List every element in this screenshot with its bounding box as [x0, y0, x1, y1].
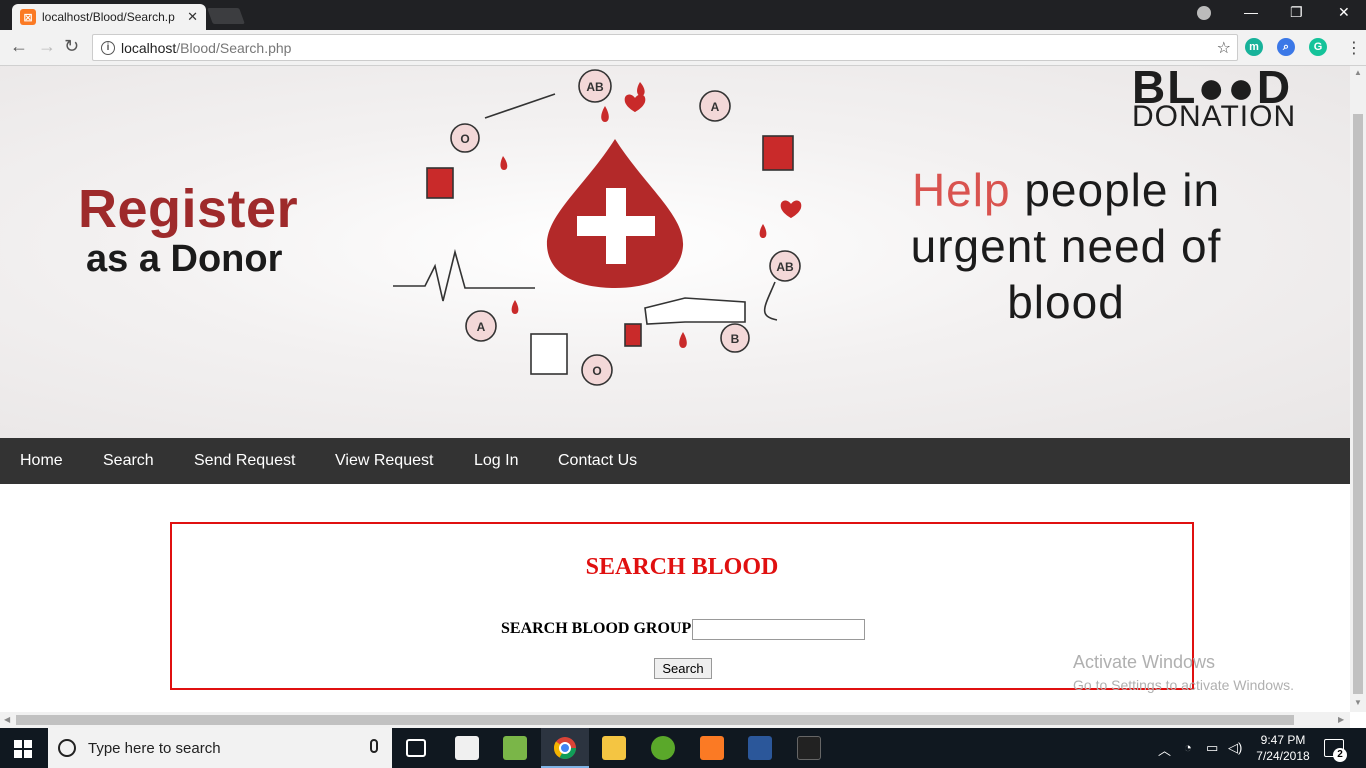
browser-menu-icon[interactable]: ⋮	[1346, 38, 1362, 58]
banner-register-text: Register	[78, 179, 299, 239]
sticky-chart-app-icon[interactable]	[503, 736, 527, 760]
reload-icon[interactable]: ↻	[64, 36, 79, 57]
browser-titlebar: ⊠ localhost/Blood/Search.p ✕ — ❐ ✕	[0, 0, 1366, 30]
stethoscope-icon	[763, 281, 778, 321]
tagline-line3: blood	[1007, 276, 1125, 328]
nav-log-in[interactable]: Log In	[474, 452, 518, 470]
horizontal-scroll-thumb[interactable]	[16, 715, 1294, 725]
profile-icon[interactable]	[1197, 6, 1211, 20]
blood-bag2-icon	[762, 135, 794, 171]
bookmark-star-icon[interactable]: ☆	[1217, 38, 1231, 58]
art-label-ab: AB	[586, 80, 604, 94]
grammarly-icon[interactable]: G	[1309, 38, 1327, 56]
microphone-icon[interactable]	[370, 739, 378, 753]
scroll-up-icon[interactable]: ▲	[1354, 68, 1362, 77]
logo-donation-text: DONATION	[1132, 100, 1297, 133]
windows-taskbar: Type here to search ︿ ◔ ▭ ◁) 9:47 PM 7/2…	[0, 728, 1366, 768]
address-bar[interactable]: i localhost/Blood/Search.php ☆	[92, 34, 1238, 61]
clock-date: 7/24/2018	[1256, 749, 1310, 763]
taskbar-search-placeholder: Type here to search	[88, 739, 221, 757]
clock-time: 9:47 PM	[1260, 733, 1306, 747]
scroll-right-icon[interactable]: ▶	[1338, 715, 1344, 724]
art-label-ab2: AB	[776, 260, 794, 274]
xampp-icon: ⊠	[20, 9, 36, 25]
scroll-left-icon[interactable]: ◀	[4, 715, 10, 724]
maximize-icon[interactable]: ❐	[1290, 4, 1303, 21]
blood-group-label: SEARCH BLOOD GROUP	[501, 620, 692, 637]
mysql-icon[interactable]	[797, 736, 821, 760]
hero-banner: Register as a Donor AB A O AB A O B BL●●…	[0, 66, 1350, 438]
xampp-taskbar-icon[interactable]	[700, 736, 724, 760]
browser-tab[interactable]: ⊠ localhost/Blood/Search.p ✕	[12, 4, 206, 30]
blood-group-input[interactable]	[692, 619, 865, 640]
tagline-line2: urgent need of	[910, 220, 1222, 272]
search-button[interactable]: Search	[654, 658, 712, 679]
utorrent-icon[interactable]	[651, 736, 675, 760]
taskbar-search-box[interactable]: Type here to search	[48, 728, 392, 768]
art-label-o: O	[460, 132, 469, 146]
blood-bag-icon	[426, 167, 454, 199]
tab-title: localhost/Blood/Search.p	[42, 10, 175, 24]
art-label-o2: O	[592, 364, 601, 378]
scroll-down-icon[interactable]: ▼	[1354, 698, 1362, 707]
search-blood-panel: SEARCH BLOOD SEARCH BLOOD GROUP Search	[170, 522, 1194, 690]
main-navbar: Home Search Send Request View Request Lo…	[0, 438, 1350, 484]
tagline-line1-rest: people in	[1024, 164, 1221, 216]
close-icon[interactable]: ✕	[187, 9, 198, 25]
watermark-line1: Activate Windows	[1073, 652, 1216, 672]
info-icon[interactable]: i	[101, 40, 115, 55]
task-view-icon[interactable]	[406, 739, 426, 757]
syringe-icon	[484, 93, 556, 119]
search-blood-title: SEARCH BLOOD	[585, 554, 779, 580]
chrome-icon[interactable]	[553, 736, 577, 760]
watermark-line2: Go to Settings to activate Windows.	[1073, 677, 1294, 693]
battery-icon[interactable]: ▭	[1206, 740, 1218, 756]
volume-icon[interactable]: ◁)	[1228, 740, 1242, 756]
blood-bag3-icon	[624, 323, 642, 347]
page-viewport: Register as a Donor AB A O AB A O B BL●●…	[0, 66, 1350, 712]
file-explorer-icon[interactable]	[602, 736, 626, 760]
banner-donor-text: as a Donor	[86, 238, 283, 280]
store-icon[interactable]	[455, 736, 479, 760]
minimize-icon[interactable]: —	[1244, 4, 1258, 20]
forward-arrow-icon[interactable]: →	[38, 36, 56, 57]
extension-m-icon[interactable]: m	[1245, 38, 1263, 56]
arm-icon	[644, 297, 746, 325]
nav-contact-us[interactable]: Contact Us	[558, 452, 637, 470]
blood-donation-illustration: AB A O AB A O B	[393, 69, 802, 386]
nav-view-request[interactable]: View Request	[335, 452, 433, 470]
taskbar-clock[interactable]: 9:47 PM 7/24/2018	[1248, 732, 1318, 764]
tagline-help-word: Help	[911, 164, 1011, 216]
browser-toolbar: ← → ↻ i localhost/Blood/Search.php ☆ m ⌕…	[0, 30, 1366, 66]
banner-tagline: Help people in urgent need of blood	[866, 162, 1266, 330]
url-path: /Blood/Search.php	[176, 39, 292, 56]
art-label-a: A	[711, 100, 720, 114]
nav-send-request[interactable]: Send Request	[194, 452, 295, 470]
cortana-icon	[58, 739, 76, 757]
window-close-icon[interactable]: ✕	[1338, 4, 1350, 21]
horizontal-scrollbar[interactable]: ◀ ▶	[0, 712, 1350, 728]
nav-search[interactable]: Search	[103, 452, 154, 470]
notification-badge: 2	[1333, 748, 1347, 762]
vertical-scrollbar[interactable]: ▲ ▼	[1350, 66, 1366, 712]
wifi-icon[interactable]: ◔	[1184, 740, 1192, 755]
vertical-scroll-thumb[interactable]	[1353, 114, 1363, 694]
back-arrow-icon[interactable]: ←	[10, 36, 28, 57]
new-tab-button[interactable]	[207, 8, 245, 24]
extension-search-icon[interactable]: ⌕	[1277, 38, 1295, 56]
windows-start-icon[interactable]	[14, 740, 32, 758]
clipboard-icon	[530, 333, 568, 375]
art-label-b: B	[731, 332, 740, 346]
nav-home[interactable]: Home	[20, 452, 63, 470]
url-host: localhost	[121, 39, 177, 56]
tray-chevron-icon[interactable]: ︿	[1158, 740, 1171, 759]
activate-windows-watermark: Activate Windows Go to Settings to activ…	[1073, 652, 1294, 693]
word-icon[interactable]	[748, 736, 772, 760]
art-label-a2: A	[477, 320, 486, 334]
heartbeat-line	[393, 248, 535, 302]
